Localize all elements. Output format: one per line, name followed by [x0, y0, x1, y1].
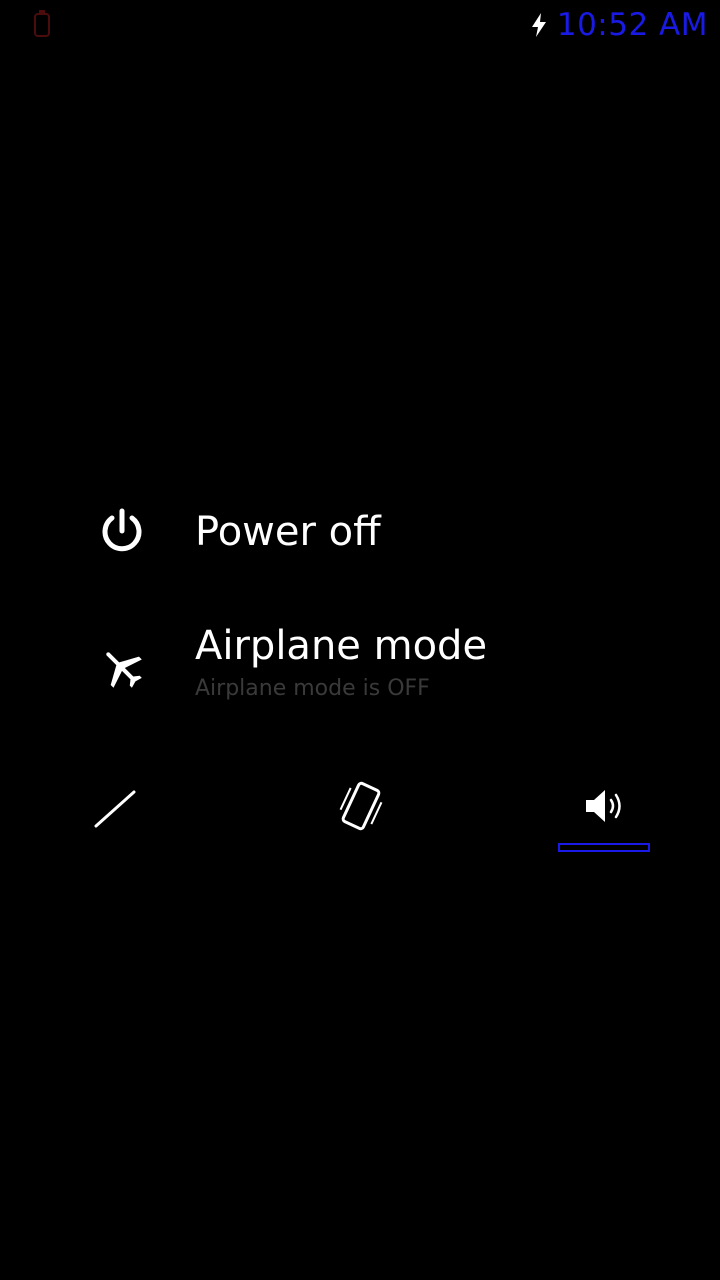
sound-mode-vibrate-button[interactable]: [305, 770, 415, 860]
status-right-group: 10:52 AM: [529, 6, 708, 44]
airplane-icon: [106, 652, 142, 688]
notification-icon: [34, 10, 50, 37]
airplane-mode-label: Airplane mode: [195, 623, 488, 669]
status-clock: 10:52 AM: [556, 7, 708, 43]
selected-mode-indicator: [558, 843, 650, 852]
power-icon: [102, 508, 142, 552]
airplane-mode-option[interactable]: Airplane mode Airplane mode is OFF: [0, 612, 720, 712]
power-off-label: Power off: [195, 509, 381, 555]
charging-bolt-icon: [531, 13, 546, 37]
status-bar: 10:52 AM: [0, 0, 720, 50]
power-off-option[interactable]: Power off: [0, 495, 720, 575]
sound-mode-silent-button[interactable]: [60, 770, 170, 860]
airplane-mode-status: Airplane mode is OFF: [195, 676, 430, 701]
volume-icon: [586, 790, 621, 822]
power-menu-screen: 10:52 AM Power off Airplane mode Airplan…: [0, 0, 720, 1280]
silent-icon: [94, 790, 136, 828]
sound-mode-ring-button[interactable]: [550, 770, 660, 860]
vibrate-icon: [339, 781, 383, 831]
